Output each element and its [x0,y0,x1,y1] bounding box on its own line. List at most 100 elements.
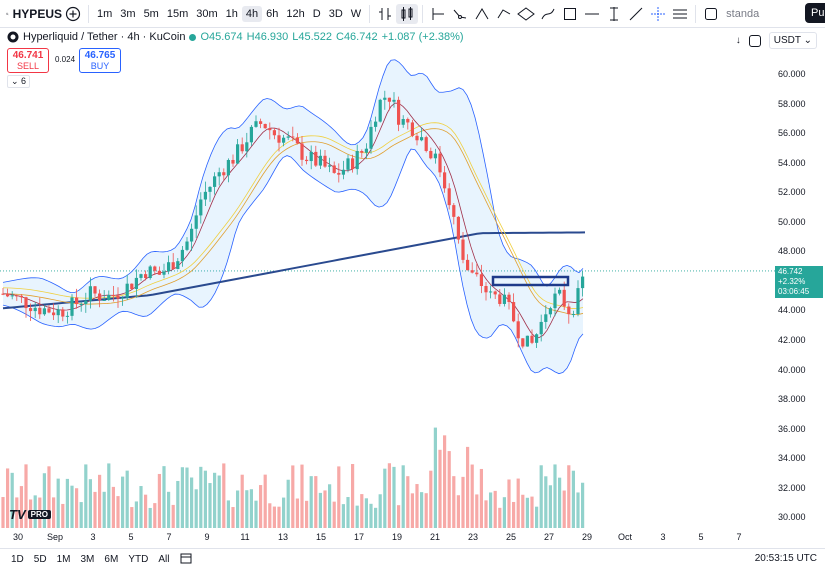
candle-body [144,274,148,279]
volume-bar [70,485,74,528]
candle-body [544,314,548,322]
candle-body [406,118,410,123]
candle-body [369,126,373,149]
range-6m[interactable]: 6M [99,554,123,565]
volume-bar [489,492,493,528]
candle-body [15,295,19,297]
candle-body [277,135,281,143]
range-3m[interactable]: 3M [76,554,100,565]
candle-body [387,97,391,102]
candle-body [502,294,506,304]
candle-body [355,151,359,170]
candle-body [111,295,115,297]
bottom-bar: 1D 5D 1M 3M 6M YTD All 20:53:15 UTC [0,548,825,569]
range-ytd[interactable]: YTD [123,554,153,565]
candle-body [484,286,488,293]
volume-bar [466,446,470,528]
candle-body [79,303,83,305]
calendar-icon[interactable] [180,552,192,567]
volume-bar [498,507,502,528]
price-tick: 32.000 [778,482,806,493]
candle-body [88,286,92,301]
price-tick: 42.000 [778,334,806,345]
volume-bar [79,502,83,528]
volume-bar [369,503,373,528]
volume-bar [493,490,497,528]
utc-clock[interactable]: 20:53:15 UTC [755,553,817,564]
volume-bar [530,496,534,528]
candle-body [272,130,276,136]
price-tick: 56.000 [778,128,806,139]
volume-bar [134,501,138,528]
volume-bar [456,495,460,528]
range-1m[interactable]: 1M [52,554,76,565]
candle-body [493,291,497,295]
time-tick: 3 [660,532,666,542]
candle-body [254,121,258,127]
volume-bar [272,506,276,528]
volume-bar [525,497,529,528]
candle-body [562,289,566,307]
candle-body [24,297,28,309]
candle-body [130,283,134,289]
candle-body [337,172,341,175]
price-tick: 58.000 [778,98,806,109]
candle-body [153,266,157,271]
candle-body [286,136,290,138]
volume-bar [553,464,557,528]
volume-bar [438,449,442,528]
candle-countdown: 03:06:45 [778,287,810,296]
candle-body [539,321,543,335]
candle-body [332,165,336,173]
candle-body [29,308,33,312]
price-tick: 60.000 [778,69,806,79]
volume-bar [332,501,336,528]
range-all[interactable]: All [153,554,174,565]
candle-body [318,155,322,166]
candle-body [199,199,203,216]
price-tick: 48.000 [778,246,806,257]
volume-bar [162,466,166,528]
volume-bar [180,467,184,528]
candle-body [429,150,433,159]
current-price-value: 46.742 [778,267,803,276]
volume-bar [203,470,207,528]
candle-body [70,297,74,316]
candle-body [364,148,368,153]
time-tick: Oct [617,532,633,542]
volume-bar [502,497,506,528]
volume-bar [102,491,106,528]
candle-body [548,308,552,315]
candle-body [300,143,304,160]
volume-bar [406,476,410,528]
time-tick: 15 [315,532,327,542]
price-chart[interactable] [0,0,825,548]
volume-bar [581,482,585,528]
volume-bar [121,476,125,528]
bollinger-band-fill [3,59,583,374]
time-tick: 7 [736,532,742,542]
candle-body [157,270,161,275]
volume-bar [176,480,180,528]
candle-body [461,239,465,260]
time-tick: 11 [240,532,250,542]
volume-bar [277,506,281,528]
candle-body [139,274,143,278]
candle-body [42,308,46,315]
candle-body [268,128,272,131]
candle-body [420,137,424,141]
volume-bar [208,483,212,528]
time-tick: 25 [505,532,517,542]
range-5d[interactable]: 5D [29,554,52,565]
volume-bar [544,476,548,528]
volume-bar [125,470,129,528]
candle-body [148,266,152,279]
volume-bar [286,479,290,528]
volume-bar [157,473,161,528]
range-1d[interactable]: 1D [6,554,29,565]
candle-body [452,205,456,217]
volume-bar [240,474,244,528]
tradingview-logo[interactable]: TV PRO [9,507,51,522]
time-tick: 23 [467,532,479,542]
volume-bar [190,477,194,528]
